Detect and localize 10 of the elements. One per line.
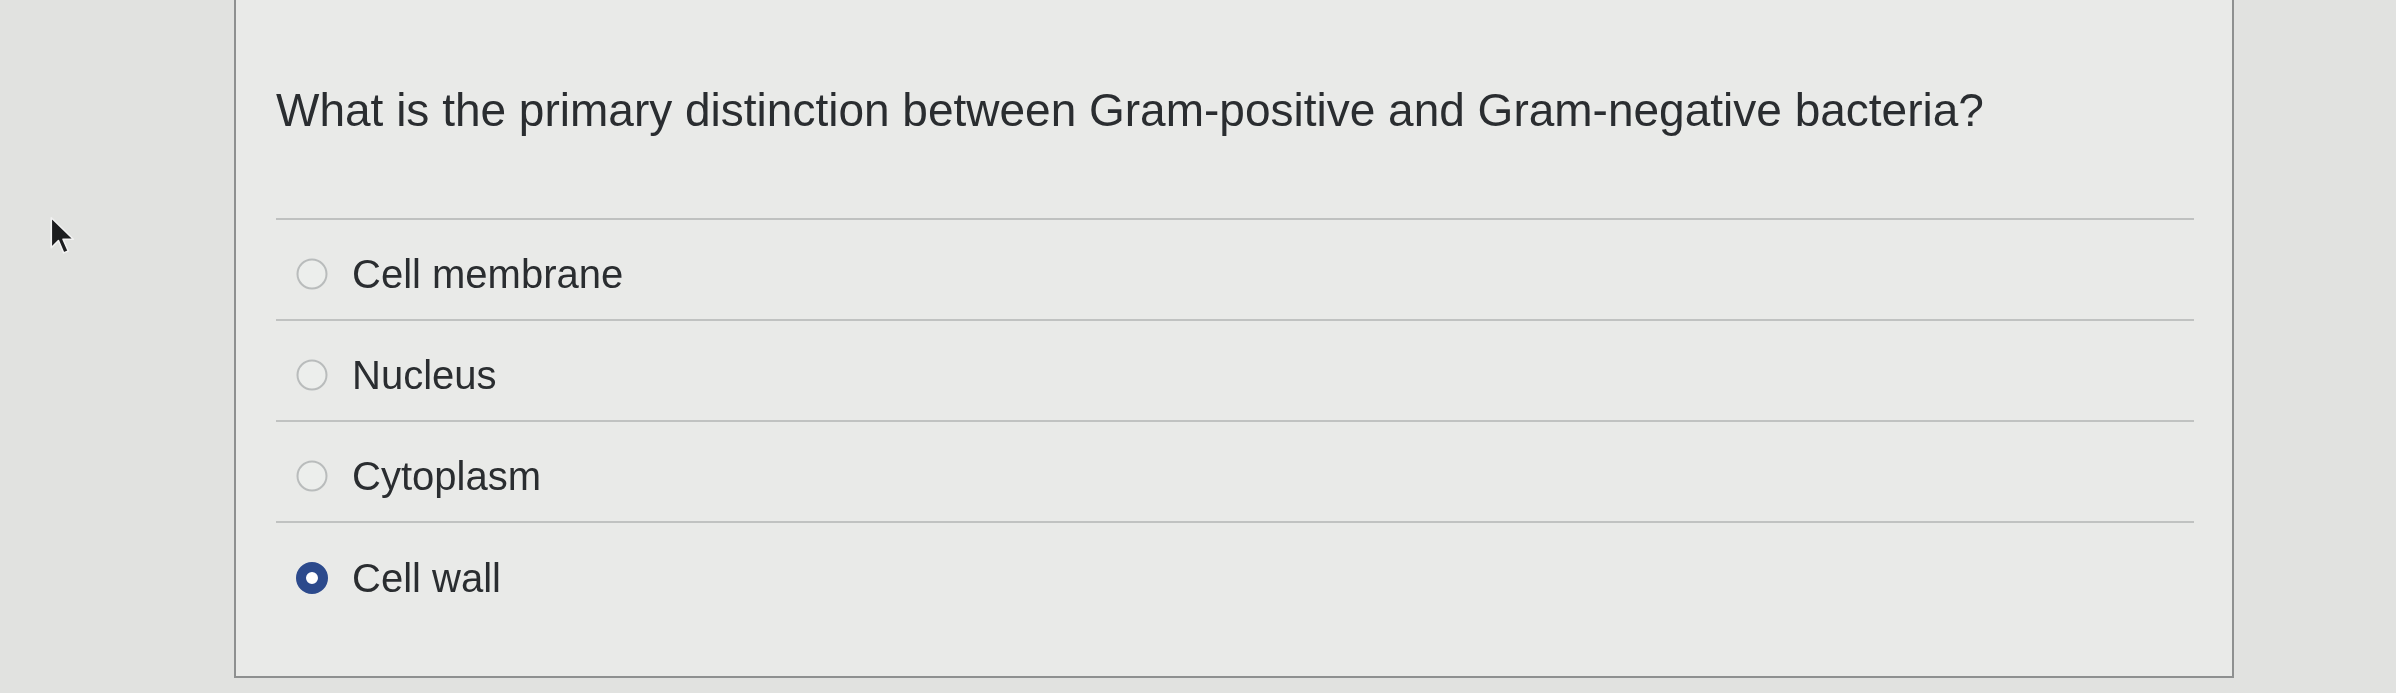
radio-button[interactable] [296, 561, 328, 594]
radio-button[interactable] [296, 459, 328, 492]
option-label[interactable]: Cell membrane [352, 250, 624, 297]
radio-button[interactable] [296, 257, 328, 290]
question-text: What is the primary distinction between Gram-positive and Gram-negative bacteria? [276, 84, 1985, 136]
radio-button[interactable] [296, 358, 328, 391]
mouse-pointer-icon [50, 216, 76, 256]
option-label[interactable]: Cytoplasm [352, 452, 541, 499]
option-label[interactable]: Cell wall [352, 554, 501, 601]
option-label[interactable]: Nucleus [352, 351, 497, 398]
